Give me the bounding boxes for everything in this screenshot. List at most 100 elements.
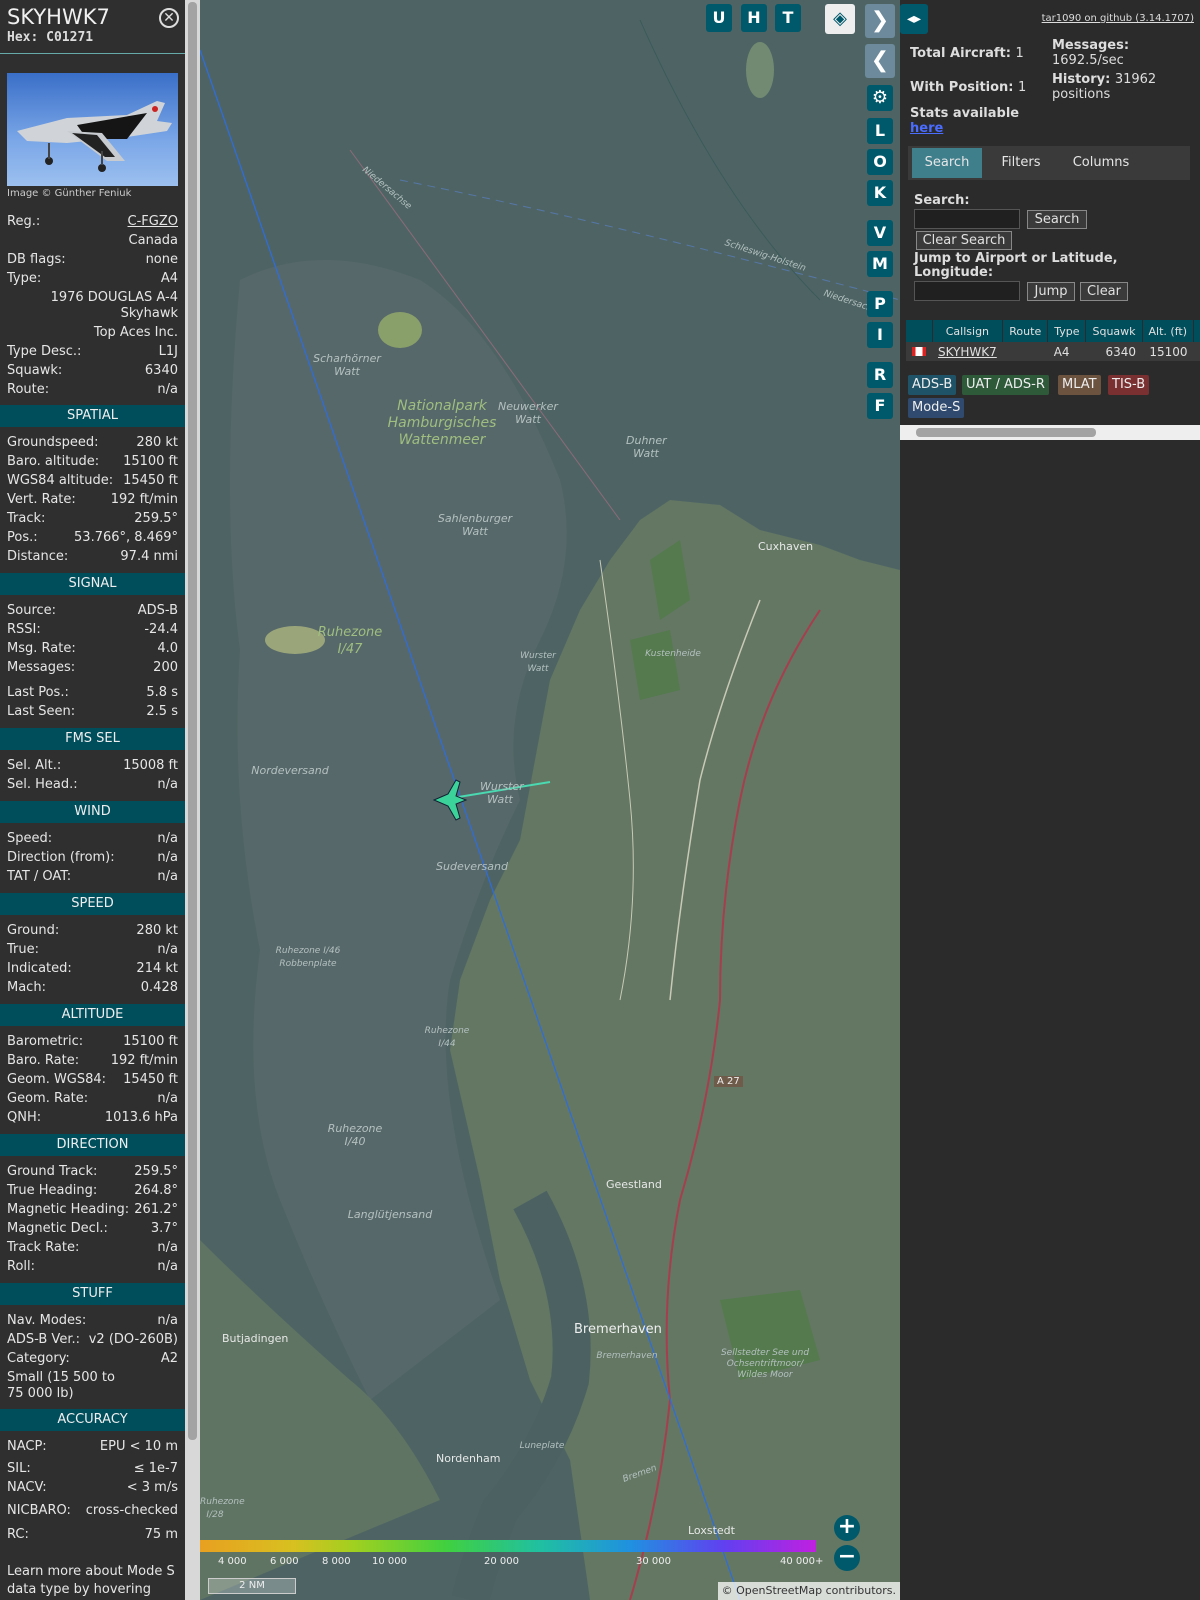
- sidebar-scrollbar-thumb[interactable]: [188, 2, 197, 1440]
- spatial-value: 53.766°, 8.469°: [74, 530, 178, 545]
- table-row[interactable]: SKYHWK7 A4 6340 15100: [906, 342, 1200, 361]
- direction-value: n/a: [157, 1240, 178, 1255]
- chevron-left-icon[interactable]: ❮: [865, 44, 895, 78]
- zoom-in-button[interactable]: +: [834, 1515, 860, 1541]
- clear-search-button[interactable]: Clear Search: [916, 231, 1012, 250]
- legend-chip-mlat: MLAT: [1058, 375, 1101, 395]
- map-button-l[interactable]: L: [867, 118, 893, 144]
- column-header-speed[interactable]: Sp: [1193, 320, 1200, 342]
- aircraft-photo[interactable]: [7, 73, 178, 186]
- direction-key: Magnetic Decl.:: [7, 1221, 108, 1236]
- accuracy-value: EPU < 10 m: [99, 1439, 178, 1454]
- fms-row: Sel. Head.: n/a: [7, 776, 178, 794]
- image-credit: Image © Günther Feniuk: [7, 188, 132, 199]
- tab-filters[interactable]: Filters: [985, 148, 1057, 178]
- expand-collapse-icon[interactable]: ◂▸: [900, 4, 928, 34]
- altitude-row: Geom. WGS84: 15450 ft: [7, 1071, 178, 1089]
- signal-row: Msg. Rate: 4.0: [7, 640, 178, 658]
- detail-value: n/a: [157, 382, 178, 397]
- tab-search[interactable]: Search: [912, 148, 982, 178]
- signal-value: 5.8 s: [146, 685, 178, 700]
- map-button-p[interactable]: P: [867, 291, 893, 317]
- stuff-value: n/a: [157, 1313, 178, 1328]
- table-horizontal-scrollbar[interactable]: [900, 425, 1200, 440]
- spatial-row: Pos.: 53.766°, 8.469°: [7, 529, 178, 547]
- stuff-row: ADS-B Ver.: v2 (DO-260B): [7, 1331, 178, 1349]
- direction-row: Track Rate: n/a: [7, 1239, 178, 1257]
- map-button-f[interactable]: F: [867, 393, 893, 419]
- aircraft-photo-graphic: [17, 101, 172, 172]
- github-link[interactable]: tar1090 on github (3.14.1707): [1042, 13, 1194, 24]
- sidebar-scrollbar[interactable]: [185, 0, 200, 1600]
- gear-icon[interactable]: ⚙: [867, 85, 893, 111]
- altitude-value: n/a: [157, 1091, 178, 1106]
- detail-row-route: Route: n/a: [7, 381, 178, 399]
- row-callsign[interactable]: SKYHWK7: [932, 342, 1003, 361]
- map-button-o[interactable]: O: [867, 149, 893, 175]
- altitude-key: Baro. Rate:: [7, 1053, 80, 1068]
- altitude-key: QNH:: [7, 1110, 42, 1125]
- aircraft-table: Callsign Route Type Squawk Alt. (ft) Sp …: [906, 320, 1200, 361]
- accuracy-value: ≤ 1e-7: [133, 1461, 178, 1476]
- wind-value: n/a: [157, 850, 178, 865]
- detail-operator: Top Aces Inc.: [93, 325, 178, 340]
- detail-value: 6340: [144, 363, 178, 378]
- speed-value: n/a: [157, 942, 178, 957]
- direction-row: Ground Track: 259.5°: [7, 1163, 178, 1181]
- row-route: [1002, 342, 1048, 361]
- stuff-row: Category: A2: [7, 1350, 178, 1368]
- zoom-out-button[interactable]: −: [834, 1545, 860, 1571]
- map-label-nationalpark: Nationalpark Hamburgisches Wattenmeer: [387, 398, 497, 448]
- accuracy-value: 75 m: [144, 1527, 178, 1542]
- spatial-row: Distance: 97.4 nmi: [7, 548, 178, 566]
- registration-link[interactable]: C-FGZO: [128, 213, 178, 231]
- signal-row: Last Seen: 2.5 s: [7, 703, 178, 721]
- detail-row-type: Type: A4: [7, 270, 178, 288]
- jump-input[interactable]: [914, 281, 1020, 301]
- column-header-altitude[interactable]: Alt. (ft): [1142, 320, 1195, 342]
- chevron-right-icon[interactable]: ❯: [865, 4, 895, 38]
- column-header-callsign[interactable]: Callsign: [932, 320, 1004, 342]
- openstreetmap-link[interactable]: OpenStreetMap: [736, 1584, 822, 1597]
- spatial-value: 259.5°: [134, 511, 178, 526]
- hex-value: C01271: [46, 30, 94, 45]
- map-button-v[interactable]: V: [867, 220, 893, 246]
- column-header-route[interactable]: Route: [1002, 320, 1049, 342]
- search-button[interactable]: Search: [1027, 210, 1087, 229]
- stuff-value: v2 (DO-260B): [88, 1332, 178, 1347]
- spatial-row: Track: 259.5°: [7, 510, 178, 528]
- map-button-m[interactable]: M: [867, 251, 893, 277]
- signal-value: ADS-B: [137, 603, 178, 618]
- stats-here-link[interactable]: here: [910, 121, 943, 136]
- column-header-squawk[interactable]: Squawk: [1085, 320, 1143, 342]
- layers-icon[interactable]: ◈: [825, 4, 855, 34]
- wind-key: Speed:: [7, 831, 53, 846]
- map-button-i[interactable]: I: [867, 322, 893, 348]
- column-header-flag[interactable]: [906, 320, 933, 342]
- with-position: With Position: 1: [910, 80, 1026, 95]
- speed-row: Indicated: 214 kt: [7, 960, 178, 978]
- table-scrollbar-thumb[interactable]: [916, 428, 1096, 437]
- map-button-r[interactable]: R: [867, 362, 893, 388]
- map-view[interactable]: Nationalpark Hamburgisches Wattenmeer Sc…: [200, 0, 900, 1600]
- column-header-type[interactable]: Type: [1047, 320, 1087, 342]
- map-button-t[interactable]: T: [775, 4, 801, 32]
- clear-button[interactable]: Clear: [1080, 282, 1128, 301]
- search-input[interactable]: [914, 209, 1020, 229]
- scale-tick: 30 000: [636, 1556, 671, 1567]
- speed-key: Mach:: [7, 980, 46, 995]
- altitude-row: Geom. Rate: n/a: [7, 1090, 178, 1108]
- jump-button[interactable]: Jump: [1027, 282, 1075, 301]
- tab-columns[interactable]: Columns: [1060, 148, 1142, 178]
- map-road-a27: A 27: [714, 1076, 743, 1087]
- map-city-butjadingen: Butjadingen: [222, 1332, 289, 1345]
- map-button-k[interactable]: K: [867, 180, 893, 206]
- map-button-h[interactable]: H: [741, 4, 767, 32]
- close-icon[interactable]: ✕: [159, 8, 179, 28]
- map-label: Duhner Watt: [626, 434, 667, 460]
- altitude-row: Baro. Rate: 192 ft/min: [7, 1052, 178, 1070]
- map-button-u[interactable]: U: [706, 4, 732, 32]
- messages-value: 1692.5/sec: [1052, 53, 1124, 68]
- direction-row: Magnetic Decl.: 3.7°: [7, 1220, 178, 1238]
- map-label: Ruhezone I/46 Robbenplate: [275, 946, 341, 969]
